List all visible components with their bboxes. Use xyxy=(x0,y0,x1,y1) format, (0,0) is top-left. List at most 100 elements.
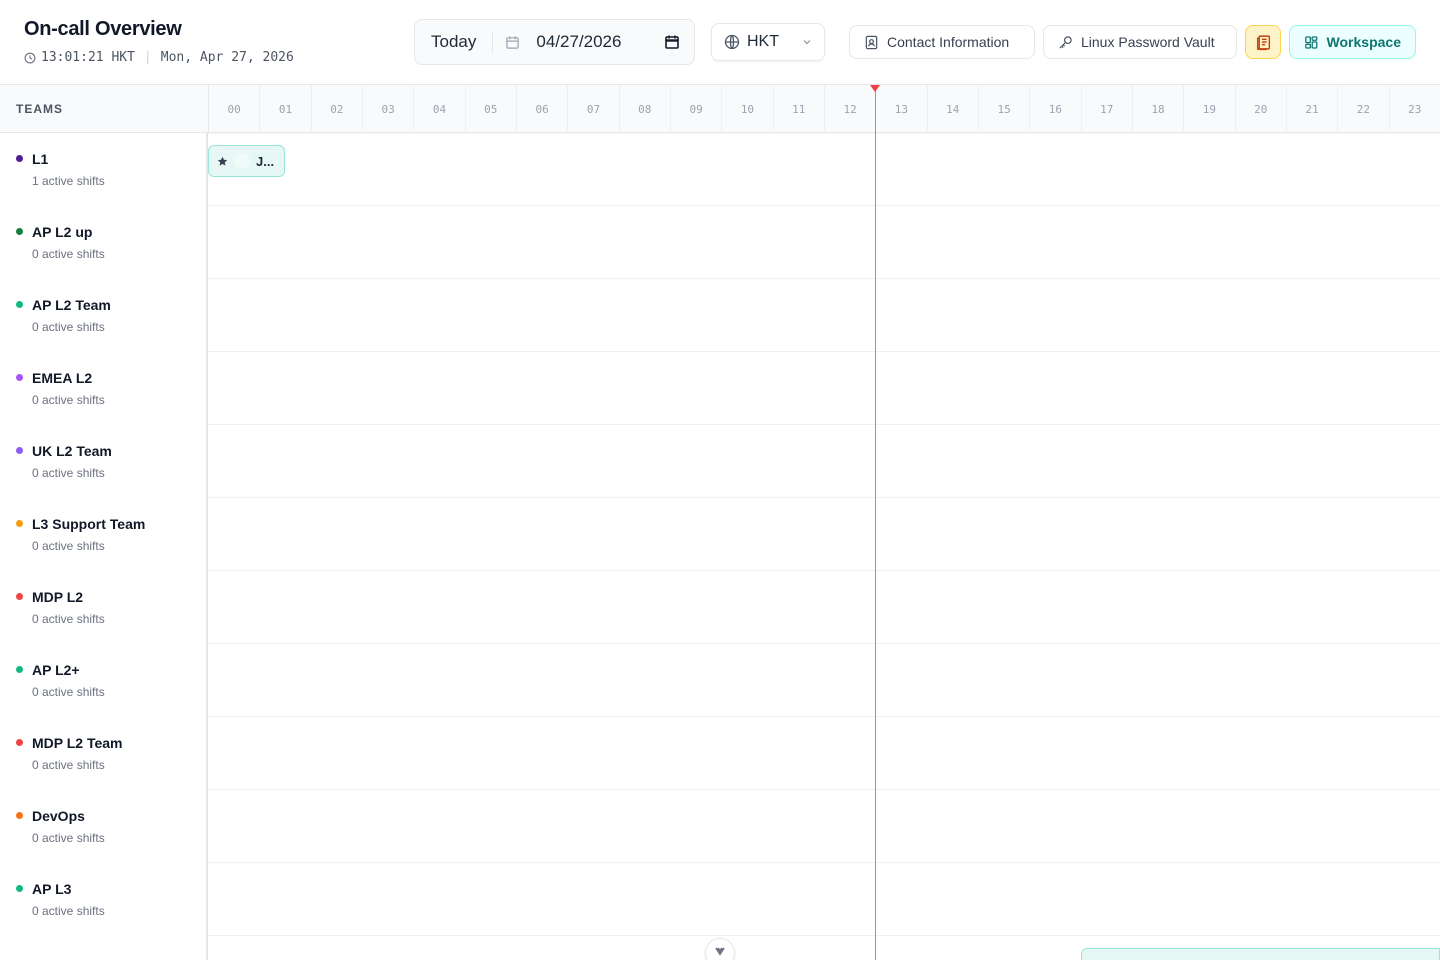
team-name: UK L2 Team xyxy=(32,443,112,459)
team-row: DevOps 0 active shifts xyxy=(0,790,1440,863)
team-shift-count: 0 active shifts xyxy=(32,904,105,918)
calendar-icon xyxy=(506,35,520,49)
hour-label: 19 xyxy=(1184,85,1236,133)
hour-label: 16 xyxy=(1030,85,1082,133)
date-value: 04/27/2026 xyxy=(536,32,622,51)
team-shift-count: 0 active shifts xyxy=(32,320,105,334)
linux-password-vault-button[interactable]: Linux Password Vault xyxy=(1043,25,1237,59)
page-title: On-call Overview xyxy=(24,18,182,40)
hour-label: 21 xyxy=(1287,85,1339,133)
team-rows: L1 1 active shifts AP L2 up 0 active shifts… xyxy=(0,133,1440,936)
linux-password-vault-label: Linux Password Vault xyxy=(1081,34,1215,50)
team-name: L3 Support Team xyxy=(32,516,146,532)
team-cell[interactable]: AP L2 Team 0 active shifts xyxy=(0,279,208,352)
hour-label: 07 xyxy=(568,85,620,133)
team-row: AP L2 Team 0 active shifts xyxy=(0,279,1440,352)
team-shift-count: 0 active shifts xyxy=(32,831,105,845)
date-navigator: Today 04/27/2026 xyxy=(414,19,695,65)
team-color-dot xyxy=(16,739,23,746)
team-cell[interactable]: DevOps 0 active shifts xyxy=(0,790,208,863)
hour-label: 15 xyxy=(979,85,1031,133)
team-color-dot xyxy=(16,666,23,673)
team-cell[interactable]: EMEA L2 0 active shifts xyxy=(0,352,208,425)
team-cell[interactable]: L1 1 active shifts xyxy=(0,133,208,206)
timezone-value: HKT xyxy=(747,33,779,50)
hour-label: 01 xyxy=(260,85,312,133)
team-row: AP L2 up 0 active shifts xyxy=(0,206,1440,279)
hour-label: 22 xyxy=(1338,85,1390,133)
team-cell[interactable]: MDP L2 0 active shifts xyxy=(0,571,208,644)
team-shift-count: 0 active shifts xyxy=(32,466,105,480)
contact-information-button[interactable]: Contact Information xyxy=(849,25,1035,59)
calendar-picker-icon[interactable] xyxy=(664,34,680,50)
separator: | xyxy=(143,50,152,65)
shift-chip[interactable] xyxy=(1081,948,1440,960)
team-row: UK L2 Team 0 active shifts xyxy=(0,425,1440,498)
team-color-dot xyxy=(16,812,23,819)
contact-card-icon xyxy=(865,35,878,49)
team-name: MDP L2 Team xyxy=(32,735,123,751)
workspace-button[interactable]: Workspace xyxy=(1289,25,1416,59)
team-color-dot xyxy=(16,228,23,235)
team-cell[interactable]: UK L2 Team 0 active shifts xyxy=(0,425,208,498)
team-row: EMEA L2 0 active shifts xyxy=(0,352,1440,425)
hour-label: 04 xyxy=(414,85,466,133)
team-cell[interactable]: L3 Support Team 0 active shifts xyxy=(0,498,208,571)
grid-icon xyxy=(1305,35,1318,49)
team-row: AP L2+ 0 active shifts xyxy=(0,644,1440,717)
team-name: AP L2 up xyxy=(32,224,93,240)
globe-icon xyxy=(724,34,740,50)
date-input[interactable]: 04/27/2026 xyxy=(493,20,694,64)
star-icon xyxy=(217,156,228,166)
hour-label: 02 xyxy=(312,85,363,133)
chevron-down-icon xyxy=(715,947,725,956)
shift-chip[interactable]: J... xyxy=(208,145,285,177)
hour-label: 09 xyxy=(671,85,723,133)
team-name: MDP L2 xyxy=(32,589,84,605)
hour-label: 23 xyxy=(1390,85,1440,133)
today-button[interactable]: Today xyxy=(415,32,494,52)
shift-chip-label: J... xyxy=(256,153,275,169)
teams-column-header: TEAMS xyxy=(16,102,63,116)
notes-icon xyxy=(1256,34,1270,50)
team-cell xyxy=(0,936,208,960)
hour-label: 06 xyxy=(517,85,569,133)
team-cell[interactable]: AP L2 up 0 active shifts xyxy=(0,206,208,279)
team-shift-count: 0 active shifts xyxy=(32,758,105,772)
hour-label: 03 xyxy=(363,85,415,133)
workspace-label: Workspace xyxy=(1326,34,1401,50)
team-name: L1 xyxy=(32,151,49,167)
team-name: AP L3 xyxy=(32,881,72,897)
team-color-dot xyxy=(16,374,23,381)
team-row: MDP L2 Team 0 active shifts xyxy=(0,717,1440,790)
timezone-select[interactable]: HKT xyxy=(711,23,825,61)
team-cell[interactable]: MDP L2 Team 0 active shifts xyxy=(0,717,208,790)
hour-label: 20 xyxy=(1236,85,1287,133)
timeline-header: TEAMS 00 01 02 03 04 05 06 07 08 09 10 11 12 13 14 15 16… xyxy=(0,85,1440,133)
app-header: On-call Overview 13:01:21 HKT | Mon, Apr… xyxy=(0,0,1440,85)
team-shift-count: 0 active shifts xyxy=(32,612,105,626)
team-shift-count: 0 active shifts xyxy=(32,685,105,699)
hour-scale: 00 01 02 03 04 05 06 07 08 09 10 11 12 13 14 15 16 17 18 19… xyxy=(208,85,1440,133)
hour-label: 13 xyxy=(876,85,928,133)
team-color-dot xyxy=(16,155,23,162)
team-color-dot xyxy=(16,447,23,454)
team-name: EMEA L2 xyxy=(32,370,93,386)
hour-label: 11 xyxy=(774,85,825,133)
team-shift-count: 0 active shifts xyxy=(32,393,105,407)
team-cell[interactable]: AP L3 0 active shifts xyxy=(0,863,208,936)
clock-icon xyxy=(24,52,36,63)
team-row: MDP L2 0 active shifts xyxy=(0,571,1440,644)
team-shift-count: 1 active shifts xyxy=(32,174,105,188)
current-time-line xyxy=(875,88,876,960)
team-name: AP L2+ xyxy=(32,662,80,678)
team-row: AP L3 0 active shifts xyxy=(0,863,1440,936)
team-shift-count: 0 active shifts xyxy=(32,247,105,261)
scroll-down-button[interactable] xyxy=(705,938,735,960)
team-cell[interactable]: AP L2+ 0 active shifts xyxy=(0,644,208,717)
hour-label: 08 xyxy=(620,85,671,133)
team-color-dot xyxy=(16,593,23,600)
team-name: AP L2 Team xyxy=(32,297,111,313)
current-time-marker xyxy=(870,85,880,92)
notes-button[interactable] xyxy=(1245,25,1281,59)
